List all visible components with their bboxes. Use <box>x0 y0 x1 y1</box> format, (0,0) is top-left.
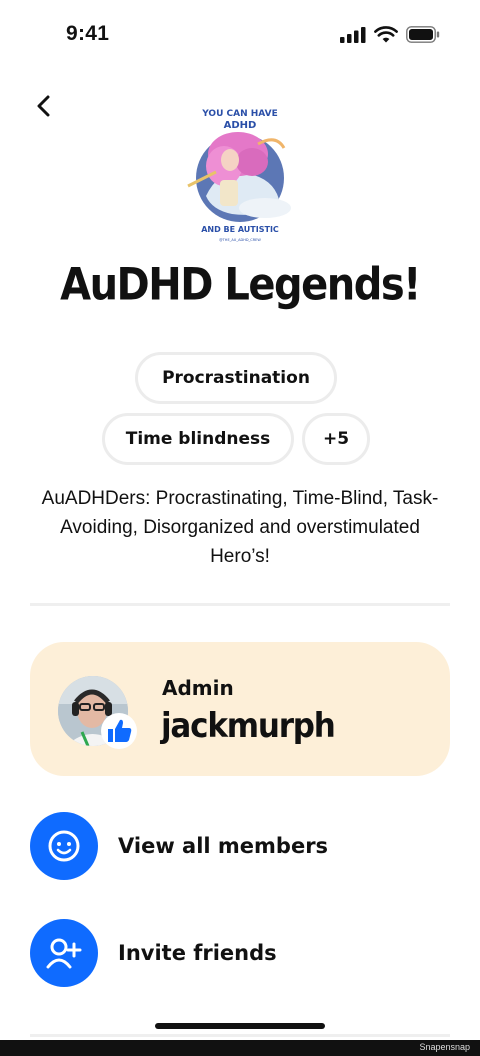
admin-name: jackmurph <box>161 706 336 746</box>
chevron-left-icon <box>37 95 50 117</box>
invite-friends-label: Invite friends <box>118 941 277 965</box>
group-title: AuDHD Legends! <box>60 259 421 311</box>
image-text-adhd: ADHD <box>224 120 257 131</box>
tag-chip-procrastination[interactable]: Procrastination <box>135 352 337 404</box>
footer-bar: Snapensnap <box>0 1040 480 1056</box>
group-description: AuADHDers: Procrastinating, Time-Blind, … <box>41 488 439 567</box>
image-text-top: YOU CAN HAVE <box>201 109 278 119</box>
group-image: YOU CAN HAVE ADHD AND BE AUTISTIC @THE_A… <box>187 109 291 242</box>
status-time: 9:41 <box>66 22 110 45</box>
admin-card[interactable]: Admin jackmurph <box>30 642 450 776</box>
add-friend-icon <box>30 919 98 987</box>
cellular-signal-icon <box>340 26 366 43</box>
home-indicator[interactable] <box>155 1023 325 1029</box>
view-all-members-label: View all members <box>118 834 329 858</box>
divider <box>30 1034 450 1037</box>
thumbs-up-icon <box>101 713 137 749</box>
status-icons <box>340 26 440 43</box>
tag-chip-more[interactable]: +5 <box>302 413 370 465</box>
back-button[interactable] <box>30 92 58 120</box>
tag-chip-time-blindness[interactable]: Time blindness <box>102 413 294 465</box>
watermark: Snapensnap <box>419 1042 470 1052</box>
status-bar: 9:41 <box>0 0 480 70</box>
view-all-members-button[interactable]: View all members <box>30 812 450 880</box>
divider <box>30 603 450 606</box>
members-icon <box>30 812 98 880</box>
battery-icon <box>406 26 440 43</box>
image-credit: @THE_AU_ADHD_CREW <box>219 238 261 242</box>
wifi-icon <box>374 26 398 43</box>
image-text-bottom: AND BE AUTISTIC <box>201 225 279 234</box>
admin-label: Admin <box>162 676 234 700</box>
invite-friends-button[interactable]: Invite friends <box>30 919 450 987</box>
